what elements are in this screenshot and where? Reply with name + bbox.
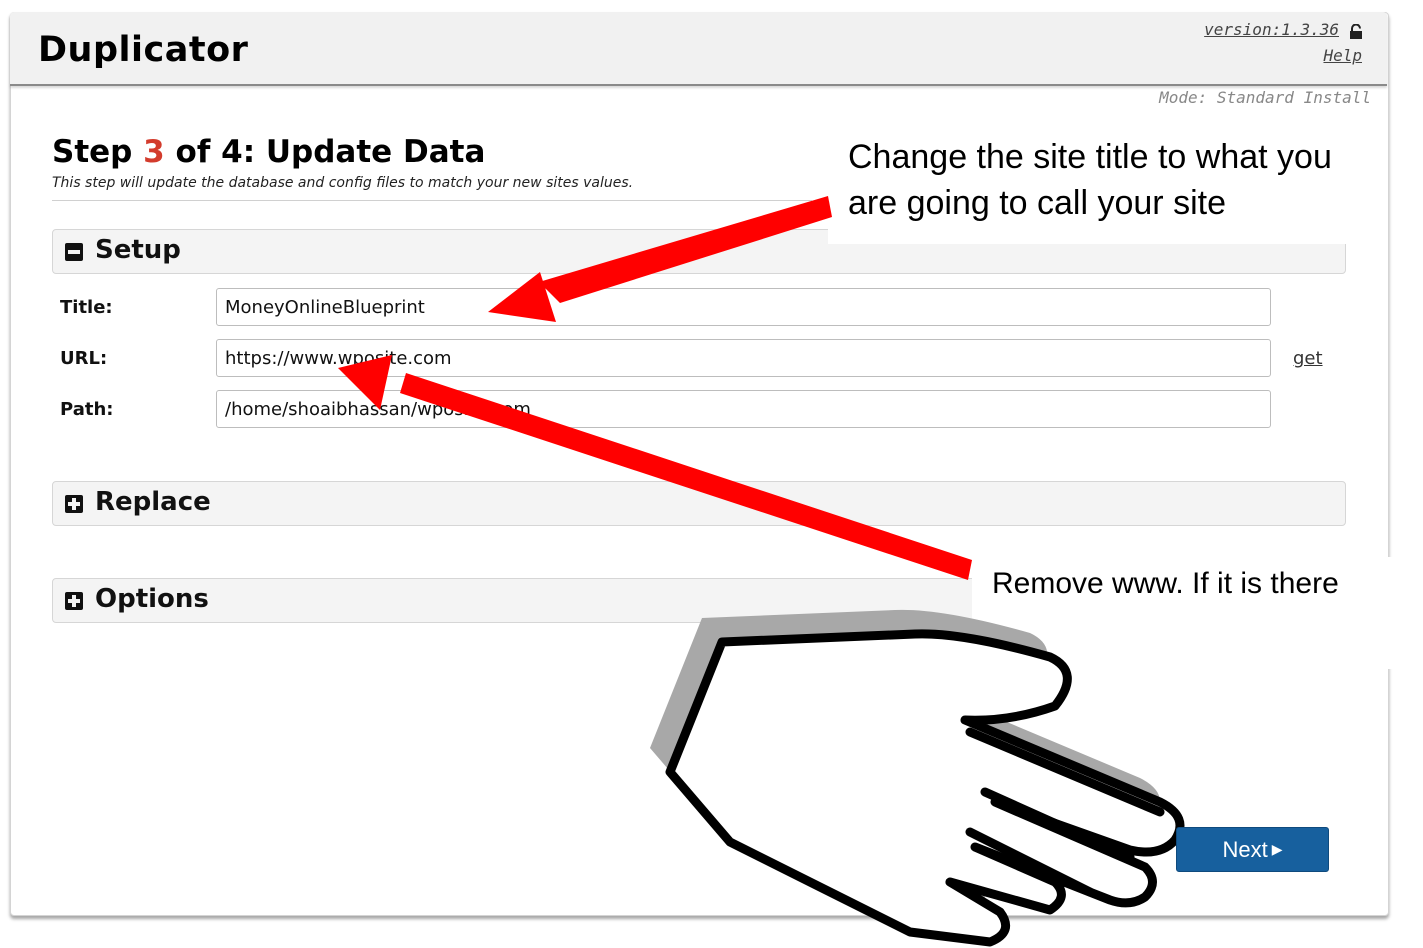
next-button[interactable]: Next ▶ (1176, 827, 1329, 872)
next-button-label: Next (1222, 836, 1268, 862)
caret-right-icon: ▶ (1271, 841, 1283, 857)
arrow-to-title (488, 196, 832, 322)
pointing-hand-icon (650, 609, 1185, 947)
annotation-overlay (338, 196, 1185, 947)
arrow-to-url (338, 355, 972, 580)
